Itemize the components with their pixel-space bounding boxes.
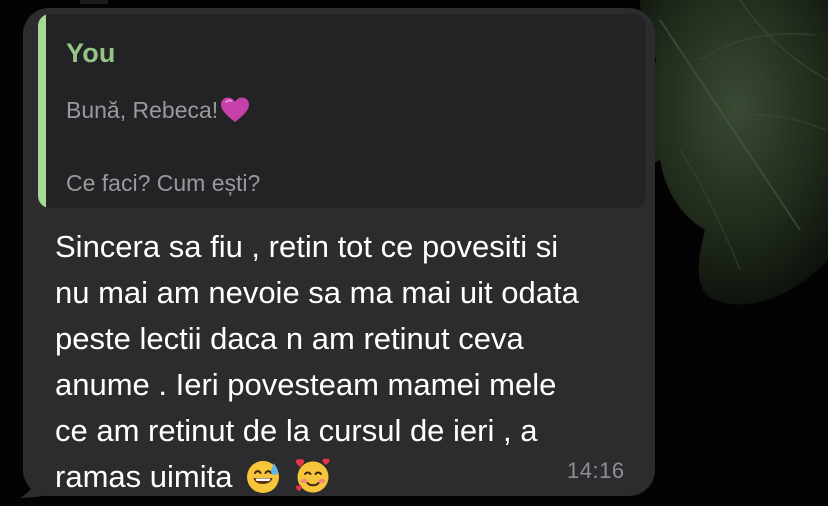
message-text: Sincera sa fiu , retin tot ce povesiti s… (55, 224, 635, 500)
purple-heart-icon (221, 97, 250, 122)
reply-author: You (66, 38, 116, 68)
message-line: nu mai am nevoie sa ma mai uit odata (55, 275, 579, 310)
reply-question: Ce faci? Cum ești? (66, 170, 261, 196)
message-line: ramas uimita (55, 459, 233, 494)
smiling-face-with-hearts-icon (295, 458, 330, 493)
grinning-sweat-icon (247, 461, 280, 493)
reply-quote[interactable]: You Bună, Rebeca! Ce faci? Cum ești? (38, 14, 646, 208)
message-timestamp: 14:16 (567, 458, 625, 483)
reply-accent-bar (38, 14, 46, 208)
reply-greeting: Bună, Rebeca! (66, 97, 219, 123)
message-last-line: ramas uimita (55, 454, 635, 500)
message-line: peste lectii daca n am retinut ceva (55, 321, 524, 356)
previous-bubble-edge (80, 0, 108, 4)
message-line: Sincera sa fiu , retin tot ce povesiti s… (55, 229, 559, 264)
message-line: anume . Ieri povesteam mamei mele (55, 367, 557, 402)
reply-text-line: Bună, Rebeca! (66, 96, 250, 124)
message-line: ce am retinut de la cursul de ieri , a (55, 413, 538, 448)
